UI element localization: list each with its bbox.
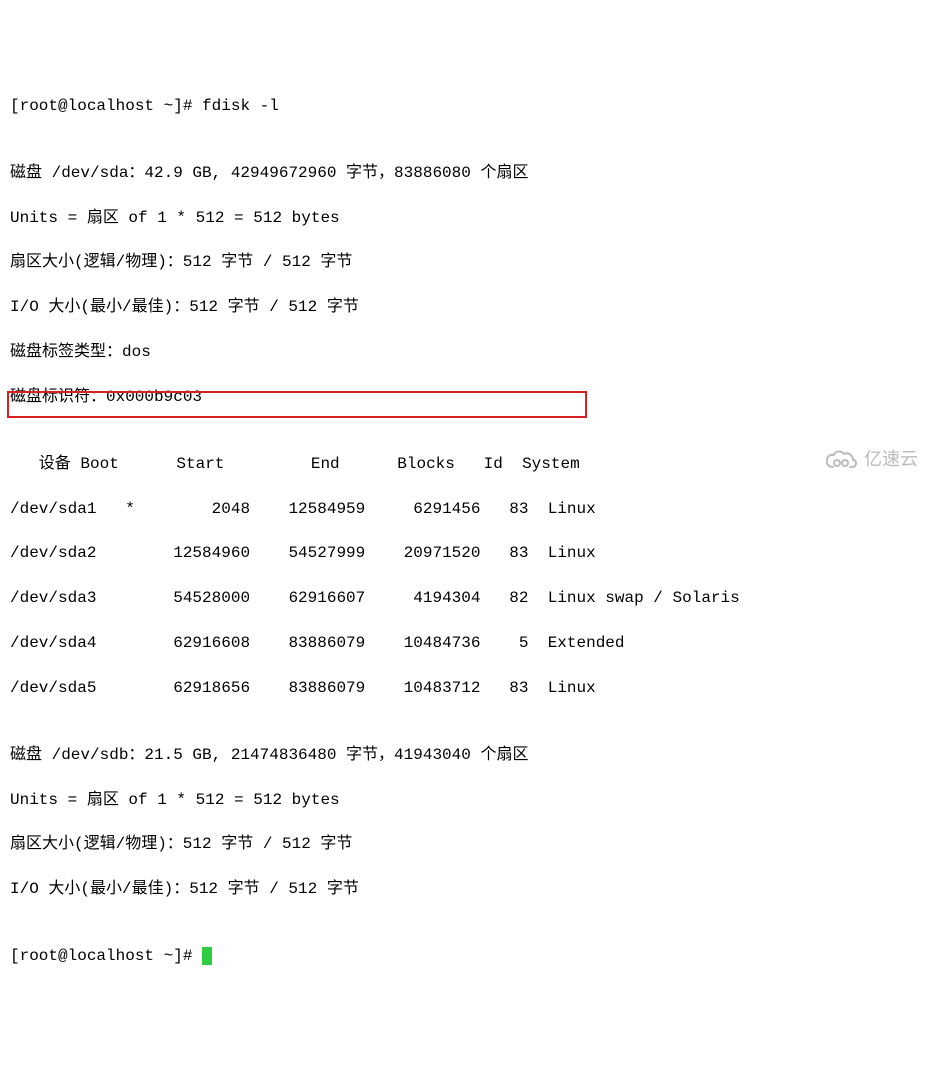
prompt-text: [root@localhost ~]# <box>10 947 202 965</box>
cloud-icon <box>824 398 858 521</box>
label-type: 磁盘标签类型：dos <box>10 341 920 363</box>
table-row: /dev/sda3 54528000 62916607 4194304 82 L… <box>10 587 920 609</box>
prompt-line-2: [root@localhost ~]# <box>10 945 920 967</box>
disk-sda-header: 磁盘 /dev/sda：42.9 GB, 42949672960 字节，8388… <box>10 162 920 184</box>
table-row: /dev/sda5 62918656 83886079 10483712 83 … <box>10 677 920 699</box>
partition-table-header: 设备 Boot Start End Blocks Id System <box>10 453 920 475</box>
sector-size-sdb: 扇区大小(逻辑/物理)：512 字节 / 512 字节 <box>10 833 920 855</box>
table-row: /dev/sda4 62916608 83886079 10484736 5 E… <box>10 632 920 654</box>
disk-sdb-header: 磁盘 /dev/sdb：21.5 GB, 21474836480 字节，4194… <box>10 744 920 766</box>
table-row: /dev/sda2 12584960 54527999 20971520 83 … <box>10 542 920 564</box>
prompt-line-1: [root@localhost ~]# fdisk -l <box>10 95 920 117</box>
table-row: /dev/sda1 * 2048 12584959 6291456 83 Lin… <box>10 498 920 520</box>
units-sdb: Units = 扇区 of 1 * 512 = 512 bytes <box>10 789 920 811</box>
io-size-sdb: I/O 大小(最小/最佳)：512 字节 / 512 字节 <box>10 878 920 900</box>
disk-identifier: 磁盘标识符：0x000b9c03 <box>10 386 920 408</box>
watermark: 亿速云 <box>824 398 918 521</box>
cursor-icon <box>202 947 212 965</box>
io-size-sda: I/O 大小(最小/最佳)：512 字节 / 512 字节 <box>10 296 920 318</box>
sector-size-sda: 扇区大小(逻辑/物理)：512 字节 / 512 字节 <box>10 251 920 273</box>
watermark-text: 亿速云 <box>864 447 918 472</box>
units-sda: Units = 扇区 of 1 * 512 = 512 bytes <box>10 207 920 229</box>
